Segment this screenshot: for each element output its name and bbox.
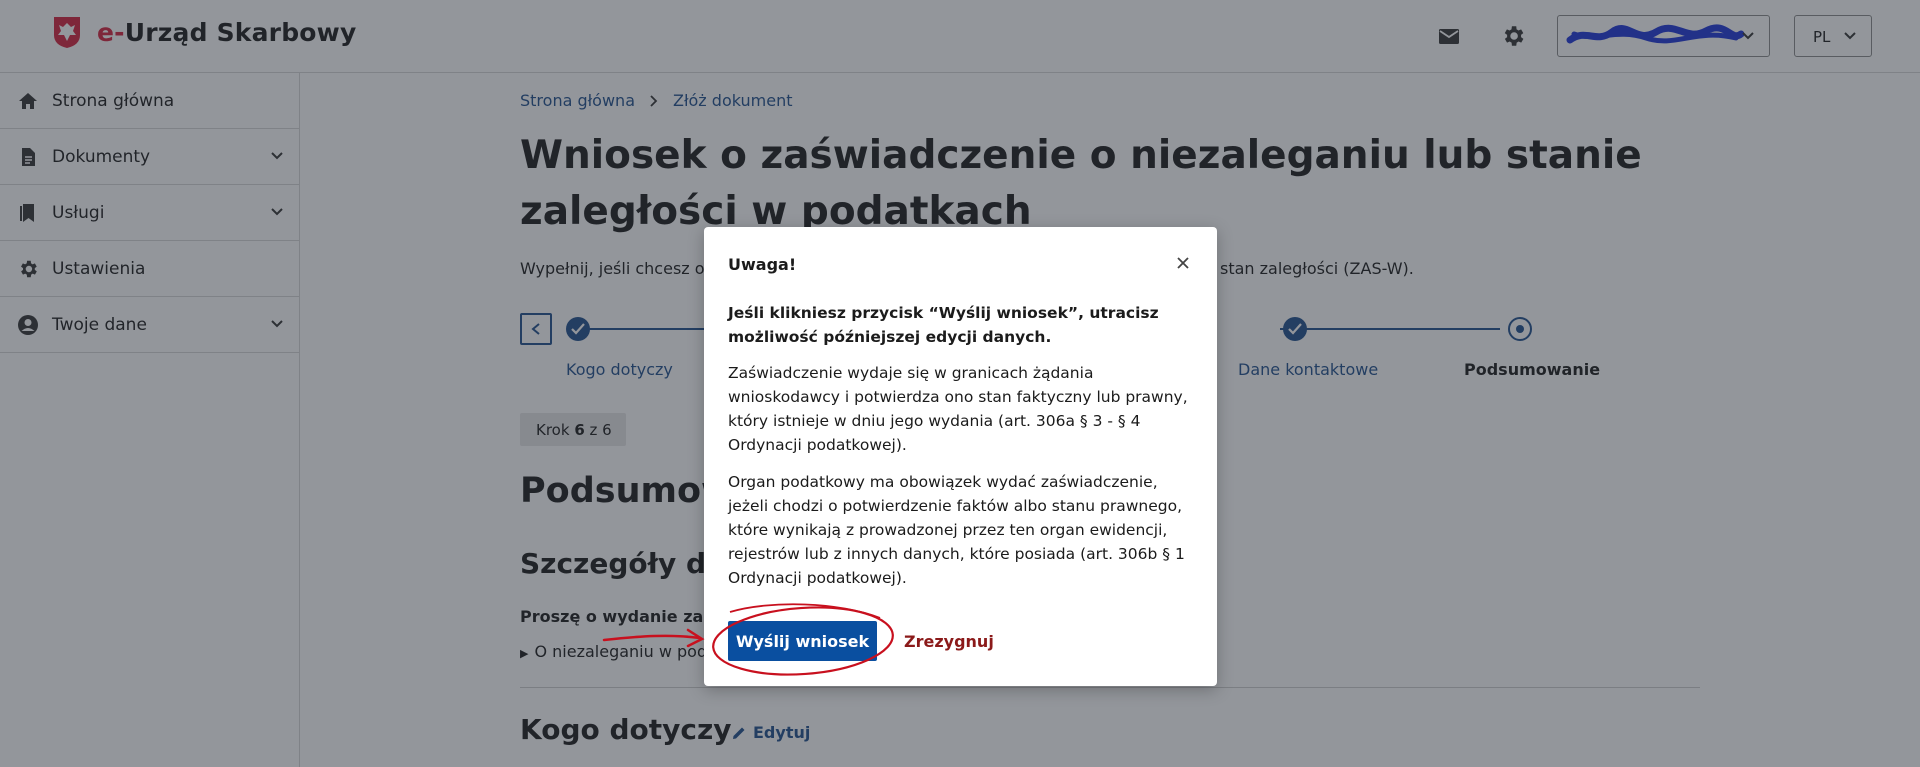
confirmation-modal: Uwaga! Jeśli klikniesz przycisk “Wyślij … bbox=[704, 227, 1217, 686]
modal-title: Uwaga! bbox=[728, 255, 797, 274]
modal-warning: Jeśli klikniesz przycisk “Wyślij wniosek… bbox=[728, 304, 1159, 346]
cancel-button[interactable]: Zrezygnuj bbox=[892, 621, 1006, 661]
modal-paragraph: Zaświadczenie wydaje się w granicach żąd… bbox=[728, 364, 1188, 454]
close-icon[interactable] bbox=[1173, 253, 1193, 273]
send-request-button[interactable]: Wyślij wniosek bbox=[728, 621, 877, 661]
modal-paragraph: Organ podatkowy ma obowiązek wydać zaświ… bbox=[728, 473, 1185, 587]
